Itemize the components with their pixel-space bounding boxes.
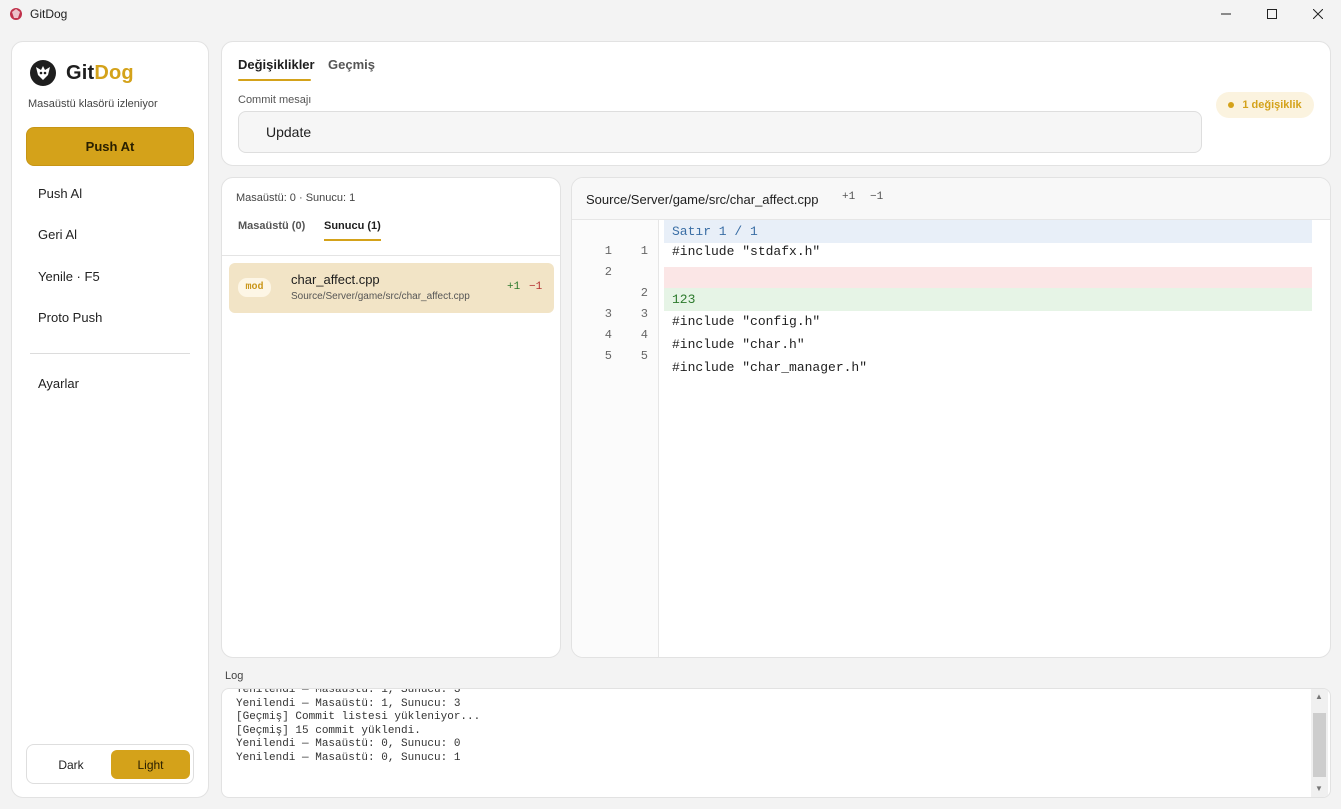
scroll-down-icon[interactable]: ▼ xyxy=(1315,784,1323,793)
old-line-number: 1 xyxy=(604,244,612,258)
brand-logo: GitDog xyxy=(28,58,134,88)
diff-header: Source/Server/game/src/char_affect.cpp +… xyxy=(572,178,1330,220)
logo-dog-text: Dog xyxy=(94,61,134,84)
log-output[interactable]: Yenilendi — Masaüstü: 1, Sunucu: 3 Yenil… xyxy=(221,688,1331,798)
nav-ayarlar[interactable]: Ayarlar xyxy=(38,376,79,391)
close-button[interactable] xyxy=(1295,0,1341,28)
log-line: Yenilendi — Masaüstü: 0, Sunucu: 1 xyxy=(236,751,461,764)
nav-geri-al[interactable]: Geri Al xyxy=(38,227,77,242)
old-line-number: 2 xyxy=(604,265,612,279)
new-line-number: 2 xyxy=(640,286,648,300)
tab-sunucu[interactable]: Sunucu (1) xyxy=(324,220,381,232)
new-line-number: 5 xyxy=(640,349,648,363)
logo-git-text: Git xyxy=(66,61,95,84)
theme-dark-button[interactable]: Dark xyxy=(31,750,111,779)
diff-line-context: #include "stdafx.h" xyxy=(672,244,821,259)
close-icon xyxy=(1313,9,1323,19)
file-list-item[interactable]: mod char_affect.cpp Source/Server/game/s… xyxy=(229,263,554,313)
log-line: Yenilendi — Masaüstü: 1, Sunucu: 3 xyxy=(236,697,461,710)
minimize-button[interactable] xyxy=(1203,0,1249,28)
diff-file-path: Source/Server/game/src/char_affect.cpp xyxy=(586,192,819,207)
modified-badge: mod xyxy=(238,278,271,297)
minimize-icon xyxy=(1221,13,1231,15)
tab-gecmis[interactable]: Geçmiş xyxy=(328,57,375,72)
log-line: Yenilendi — Masaüstü: 1, Sunucu: 3 xyxy=(236,688,461,696)
diff-line-removed xyxy=(664,267,1312,290)
nav-yenile[interactable]: Yenile · F5 xyxy=(38,269,100,284)
app-logo-icon xyxy=(10,8,22,20)
log-line: [Geçmiş] 15 commit yüklendi. xyxy=(236,724,421,737)
tab-degisiklikler[interactable]: Değişiklikler xyxy=(238,57,315,72)
nav-push-al[interactable]: Push Al xyxy=(38,186,82,201)
diff-line-context: #include "char.h" xyxy=(672,337,805,352)
commit-message-label: Commit mesajı xyxy=(238,94,312,106)
file-path: Source/Server/game/src/char_affect.cpp xyxy=(291,291,470,302)
nav-proto-push[interactable]: Proto Push xyxy=(38,310,102,325)
old-line-number: 5 xyxy=(604,349,612,363)
new-line-number: 3 xyxy=(640,307,648,321)
maximize-icon xyxy=(1267,9,1277,19)
changes-count-text: 1 değişiklik xyxy=(1242,99,1302,111)
log-line: Yenilendi — Masaüstü: 0, Sunucu: 0 xyxy=(236,738,461,750)
old-line-number: 3 xyxy=(604,307,612,321)
diff-additions: +1 xyxy=(842,191,856,203)
sidebar-divider xyxy=(30,353,190,354)
push-at-button[interactable]: Push At xyxy=(26,127,194,166)
window-title: GitDog xyxy=(30,7,68,21)
sidebar: GitDog Masaüstü klasörü izleniyor Push A… xyxy=(11,41,209,798)
file-name: char_affect.cpp xyxy=(291,272,380,287)
sidebar-subtitle: Masaüstü klasörü izleniyor xyxy=(28,98,158,110)
status-dot-icon xyxy=(1228,102,1235,108)
tab-masaustu[interactable]: Masaüstü (0) xyxy=(238,220,305,232)
log-line: [Geçmiş] Commit listesi yükleniyor... xyxy=(236,711,481,723)
diff-deletions: −1 xyxy=(870,191,884,203)
new-line-number: 1 xyxy=(640,244,648,258)
theme-light-button[interactable]: Light xyxy=(111,750,190,779)
files-divider xyxy=(222,255,560,256)
maximize-button[interactable] xyxy=(1249,0,1295,28)
diff-line-added: 123 xyxy=(664,288,1312,311)
file-deletions: −1 xyxy=(529,281,543,293)
theme-toggle: Dark Light xyxy=(26,744,194,784)
new-line-number: 4 xyxy=(640,328,648,342)
log-label: Log xyxy=(225,670,244,682)
tab-active-indicator xyxy=(238,79,311,81)
log-scrollbar[interactable]: ▲ ▼ xyxy=(1311,689,1328,797)
scroll-up-icon[interactable]: ▲ xyxy=(1315,692,1323,701)
title-bar: GitDog xyxy=(0,0,1341,28)
dog-logo-icon xyxy=(30,60,56,86)
diff-panel: Source/Server/game/src/char_affect.cpp +… xyxy=(571,177,1331,658)
diff-line-context: #include "config.h" xyxy=(672,314,821,329)
old-line-number: 4 xyxy=(604,328,612,342)
files-panel: Masaüstü: 0 · Sunucu: 1 Masaüstü (0) Sun… xyxy=(221,177,561,658)
files-tab-indicator xyxy=(324,239,381,241)
commit-message-input[interactable] xyxy=(238,111,1202,153)
log-lines: Yenilendi — Masaüstü: 1, Sunucu: 3 Yenil… xyxy=(236,688,481,765)
commit-panel: Değişiklikler Geçmiş Commit mesajı 1 değ… xyxy=(221,41,1331,166)
diff-line-context: #include "char_manager.h" xyxy=(672,360,868,375)
file-additions: +1 xyxy=(507,281,521,293)
file-counts: Masaüstü: 0 · Sunucu: 1 xyxy=(236,192,356,204)
changes-count-badge: 1 değişiklik xyxy=(1216,92,1314,118)
log-scroll-thumb[interactable] xyxy=(1313,713,1326,777)
